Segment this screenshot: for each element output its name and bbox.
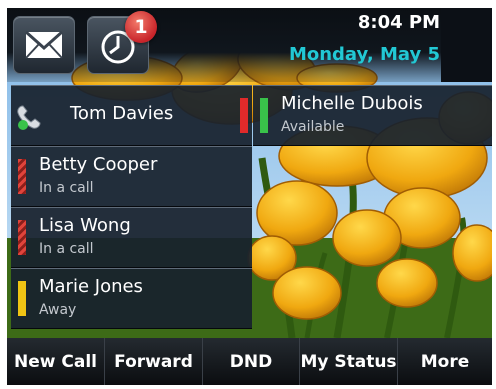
line-key-marie-jones[interactable]: Marie Jones Away	[11, 268, 252, 329]
softkey-bar: New Call Forward DND My Status More	[7, 338, 492, 385]
line-key-name: Marie Jones	[39, 276, 143, 297]
missed-calls-badge: 1	[125, 11, 157, 43]
line-key-status: In a call	[39, 180, 94, 196]
envelope-icon	[25, 30, 63, 59]
dnd-softkey[interactable]: DND	[203, 338, 300, 385]
busy-indicator-bar	[240, 98, 248, 133]
status-bar-right-panel	[441, 8, 492, 82]
line-key-tom-davies[interactable]: Tom Davies	[11, 85, 252, 146]
favorite-status: Available	[281, 119, 345, 135]
favorite-michelle-dubois[interactable]: Michelle Dubois Available	[253, 85, 492, 146]
phone-screen: 1 8:04 PM Monday, May 5 Tom Davies Betty…	[7, 8, 492, 385]
line-key-status: In a call	[39, 241, 94, 257]
messages-button[interactable]	[13, 16, 75, 74]
new-call-softkey[interactable]: New Call	[7, 338, 105, 385]
line-key-name: Lisa Wong	[39, 215, 131, 236]
available-indicator-bar	[260, 98, 268, 133]
more-softkey[interactable]: More	[398, 338, 492, 385]
forward-softkey[interactable]: Forward	[105, 338, 203, 385]
phone-handset-icon	[17, 105, 41, 130]
in-call-indicator-bar	[18, 159, 26, 194]
line-key-betty-cooper[interactable]: Betty Cooper In a call	[11, 146, 252, 207]
in-call-indicator-bar	[18, 220, 26, 255]
clock-time: 8:04 PM	[357, 12, 440, 33]
line-key-lisa-wong[interactable]: Lisa Wong In a call	[11, 207, 252, 268]
clock-date: Monday, May 5	[288, 44, 440, 65]
my-status-softkey[interactable]: My Status	[300, 338, 398, 385]
line-key-name: Betty Cooper	[39, 154, 158, 175]
favorite-name: Michelle Dubois	[281, 93, 423, 114]
away-indicator-bar	[18, 281, 26, 316]
line-key-status: Away	[39, 302, 77, 318]
line-key-name: Tom Davies	[70, 103, 174, 124]
